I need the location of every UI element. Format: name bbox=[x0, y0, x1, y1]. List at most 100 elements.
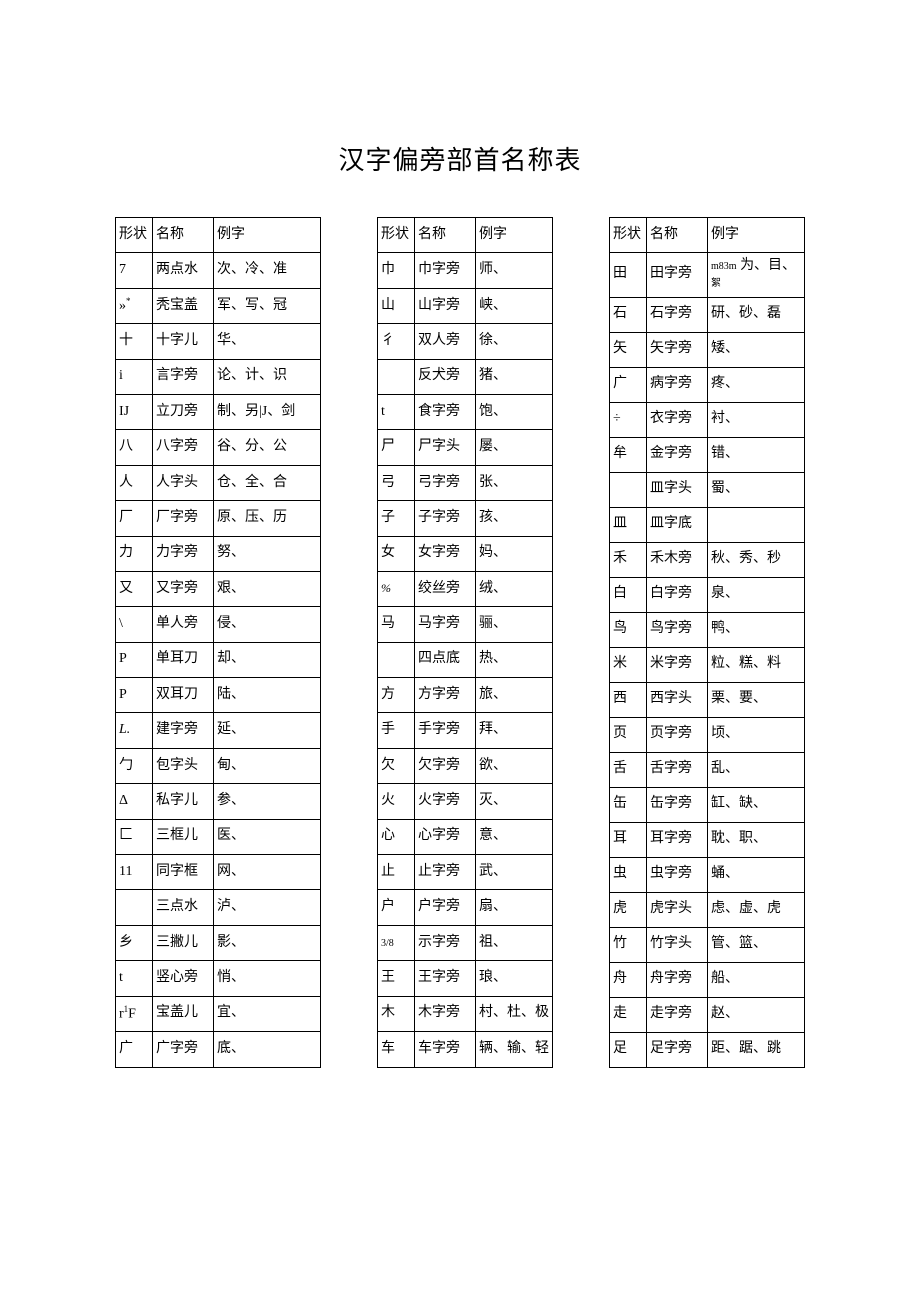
cell-example: 原、压、历 bbox=[214, 501, 321, 536]
cell-name: 示字旁 bbox=[415, 925, 476, 960]
cell-name: 弓字旁 bbox=[415, 465, 476, 500]
cell-example: 旅、 bbox=[476, 678, 553, 713]
cell-example: 意、 bbox=[476, 819, 553, 854]
header-shape: 形状 bbox=[116, 218, 153, 253]
cell-example: 论、计、识 bbox=[214, 359, 321, 394]
cell-example: 孩、 bbox=[476, 501, 553, 536]
cell-shape: ÷ bbox=[610, 402, 647, 437]
cell-shape: 走 bbox=[610, 997, 647, 1032]
table-row: 三点水泸、 bbox=[116, 890, 321, 925]
cell-shape: 7 bbox=[116, 253, 153, 288]
cell-name: 皿字头 bbox=[647, 472, 708, 507]
header-name: 名称 bbox=[415, 218, 476, 253]
table-row: 虫虫字旁蛹、 bbox=[610, 857, 805, 892]
table-row: 欠欠字旁欲、 bbox=[378, 748, 553, 783]
table-row: 耳耳字旁耽、职、 bbox=[610, 822, 805, 857]
cell-shape: 白 bbox=[610, 577, 647, 612]
cell-shape: 矢 bbox=[610, 332, 647, 367]
cell-example: 矮、 bbox=[708, 332, 805, 367]
cell-example: 缸、缺、 bbox=[708, 787, 805, 822]
header-name: 名称 bbox=[153, 218, 214, 253]
cell-name: 单人旁 bbox=[153, 607, 214, 642]
cell-example: 泉、 bbox=[708, 577, 805, 612]
table-row: 皿皿字底 bbox=[610, 507, 805, 542]
table-row: 舟舟字旁船、 bbox=[610, 962, 805, 997]
table-row: 虎虎字头虑、虚、虎 bbox=[610, 892, 805, 927]
table-row: ÷衣字旁衬、 bbox=[610, 402, 805, 437]
table-row: i言字旁论、计、识 bbox=[116, 359, 321, 394]
table-row: Δ私字儿参、 bbox=[116, 784, 321, 819]
cell-shape: 田 bbox=[610, 253, 647, 298]
cell-example: 热、 bbox=[476, 642, 553, 677]
cell-name: 四点底 bbox=[415, 642, 476, 677]
cell-name: 心字旁 bbox=[415, 819, 476, 854]
cell-shape: 广 bbox=[610, 367, 647, 402]
cell-name: 火字旁 bbox=[415, 784, 476, 819]
cell-name: 马字旁 bbox=[415, 607, 476, 642]
table-row: 鸟鸟字旁鸭、 bbox=[610, 612, 805, 647]
cell-example: 师、 bbox=[476, 253, 553, 288]
table-row: 力力字旁努、 bbox=[116, 536, 321, 571]
cell-shape: 广 bbox=[116, 1031, 153, 1067]
cell-name: 子字旁 bbox=[415, 501, 476, 536]
table-row: 彳双人旁徐、 bbox=[378, 324, 553, 359]
table-row: 女女字旁妈、 bbox=[378, 536, 553, 571]
cell-example: 乱、 bbox=[708, 752, 805, 787]
cell-shape: 虫 bbox=[610, 857, 647, 892]
cell-shape: 厂 bbox=[116, 501, 153, 536]
cell-name: 禾木旁 bbox=[647, 542, 708, 577]
cell-example: 秋、秀、秒 bbox=[708, 542, 805, 577]
table-row: 白白字旁泉、 bbox=[610, 577, 805, 612]
cell-example: 峡、 bbox=[476, 288, 553, 323]
cell-example: 疼、 bbox=[708, 367, 805, 402]
cell-shape: 石 bbox=[610, 297, 647, 332]
cell-name: 同字框 bbox=[153, 855, 214, 890]
cell-name: 尸字头 bbox=[415, 430, 476, 465]
cell-example: 骊、 bbox=[476, 607, 553, 642]
cell-example: 鸭、 bbox=[708, 612, 805, 647]
cell-example: 蛹、 bbox=[708, 857, 805, 892]
cell-example: 泸、 bbox=[214, 890, 321, 925]
cell-example: 粒、糕、料 bbox=[708, 647, 805, 682]
cell-shape: r1F bbox=[116, 996, 153, 1031]
table-row: 又又字旁艰、 bbox=[116, 571, 321, 606]
cell-shape: 女 bbox=[378, 536, 415, 571]
cell-name: 手字旁 bbox=[415, 713, 476, 748]
table-row: 广病字旁疼、 bbox=[610, 367, 805, 402]
table-row: 广广字旁底、 bbox=[116, 1031, 321, 1067]
cell-example: 饱、 bbox=[476, 394, 553, 429]
table-row: 竹竹字头管、篮、 bbox=[610, 927, 805, 962]
table-row: 走走字旁赵、 bbox=[610, 997, 805, 1032]
cell-shape: 欠 bbox=[378, 748, 415, 783]
cell-shape: 西 bbox=[610, 682, 647, 717]
cell-name: 足字旁 bbox=[647, 1032, 708, 1067]
table-row: 3/8示字旁祖、 bbox=[378, 925, 553, 960]
cell-example: 顷、 bbox=[708, 717, 805, 752]
tables-container: 形状 名称 例字 7两点水次、冷、准»*秃宝盖军、写、冠十十字儿华、i言字旁论、… bbox=[115, 217, 805, 1068]
cell-shape: Δ bbox=[116, 784, 153, 819]
cell-example: 军、写、冠 bbox=[214, 288, 321, 323]
cell-example: 仓、全、合 bbox=[214, 465, 321, 500]
cell-shape: 车 bbox=[378, 1031, 415, 1067]
table-header-row: 形状 名称 例字 bbox=[116, 218, 321, 253]
table-row: 户户字旁扇、 bbox=[378, 890, 553, 925]
cell-example: 宜、 bbox=[214, 996, 321, 1031]
cell-example: 次、冷、准 bbox=[214, 253, 321, 288]
cell-name: 缶字旁 bbox=[647, 787, 708, 822]
table-row: t竖心旁悄、 bbox=[116, 961, 321, 996]
cell-example: 赵、 bbox=[708, 997, 805, 1032]
table-row: 木木字旁村、杜、极 bbox=[378, 996, 553, 1031]
cell-name: 金字旁 bbox=[647, 437, 708, 472]
cell-example: 衬、 bbox=[708, 402, 805, 437]
cell-example: 祖、 bbox=[476, 925, 553, 960]
cell-shape: 手 bbox=[378, 713, 415, 748]
table-row: 矢矢字旁矮、 bbox=[610, 332, 805, 367]
cell-shape: 又 bbox=[116, 571, 153, 606]
cell-name: 双人旁 bbox=[415, 324, 476, 359]
cell-shape bbox=[116, 890, 153, 925]
cell-shape: 勹 bbox=[116, 748, 153, 783]
cell-shape: P bbox=[116, 678, 153, 713]
table-row: 弓弓字旁张、 bbox=[378, 465, 553, 500]
cell-name: 三撇儿 bbox=[153, 925, 214, 960]
cell-name: 宝盖儿 bbox=[153, 996, 214, 1031]
